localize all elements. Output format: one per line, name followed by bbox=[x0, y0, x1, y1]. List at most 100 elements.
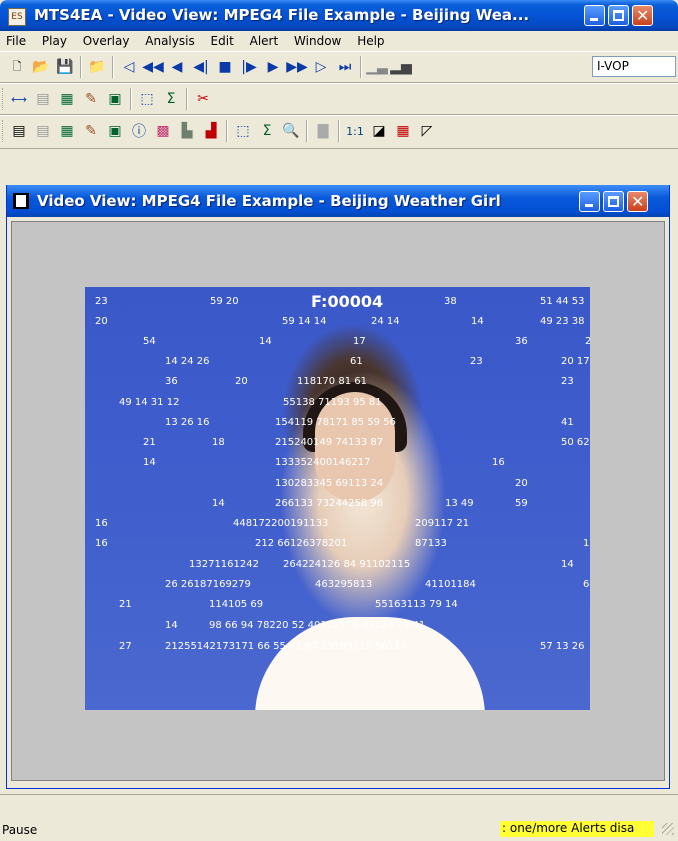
first-frame-icon[interactable]: ◁ bbox=[118, 56, 140, 78]
resize-grip-icon[interactable] bbox=[662, 823, 674, 835]
video-view-title: Video View: MPEG4 File Example - Beijing… bbox=[37, 192, 501, 210]
close-button[interactable]: ✕ bbox=[632, 5, 653, 26]
grid-icon[interactable]: ▤ bbox=[32, 120, 54, 142]
overlay-value: 14 bbox=[165, 620, 178, 631]
toolbar-grip[interactable] bbox=[2, 88, 6, 110]
sigma-icon[interactable]: Σ bbox=[160, 88, 182, 110]
toolbar-separator bbox=[112, 56, 114, 78]
macroblock-icon[interactable]: ▦ bbox=[56, 88, 78, 110]
overlay-value: 114105 69 bbox=[209, 599, 264, 610]
toolbar-separator bbox=[360, 56, 362, 78]
overlay-value: 14 bbox=[259, 336, 272, 347]
overlay-value: 55163113 79 14 bbox=[375, 599, 458, 610]
child-maximize-button[interactable] bbox=[603, 191, 624, 212]
overlay-value: 29 bbox=[585, 336, 590, 347]
overlay-value: 215240149 74133 87 bbox=[275, 437, 384, 448]
grid-icon[interactable]: ▤ bbox=[32, 88, 54, 110]
overlay-value: 27 bbox=[119, 641, 132, 652]
motion-vector-icon[interactable]: ▩ bbox=[152, 120, 174, 142]
video-view-title-bar[interactable]: Video View: MPEG4 File Example - Beijing… bbox=[7, 185, 669, 217]
menu-file[interactable]: File bbox=[0, 31, 32, 49]
select-icon[interactable]: ⬚ bbox=[136, 88, 158, 110]
toolbar-grip[interactable] bbox=[2, 120, 6, 142]
toolbar-separator bbox=[80, 56, 82, 78]
open-icon[interactable]: 📂 bbox=[30, 56, 52, 78]
overlay-value: 23 bbox=[95, 296, 108, 307]
menu-window[interactable]: Window bbox=[288, 31, 347, 49]
overlay-value: 20 bbox=[235, 376, 248, 387]
fit-width-icon[interactable]: ⟷ bbox=[8, 88, 30, 110]
macroblock-icon[interactable]: ▦ bbox=[56, 120, 78, 142]
overlay-value: 51 44 53 bbox=[540, 296, 585, 307]
play-icon[interactable]: ▶ bbox=[262, 56, 284, 78]
fast-forward-icon[interactable]: ▶▶ bbox=[286, 56, 308, 78]
toolbar-separator bbox=[306, 120, 308, 142]
overlay-value: 17 bbox=[353, 336, 366, 347]
last-frame-icon[interactable]: ⏭ bbox=[334, 56, 356, 78]
toolbar-separator bbox=[130, 88, 132, 110]
overlay-value: 59 bbox=[515, 498, 528, 509]
actual-size-icon[interactable]: 1:1 bbox=[344, 120, 366, 142]
new-icon[interactable]: 🗋 bbox=[6, 56, 28, 78]
child-minimize-button[interactable] bbox=[579, 191, 600, 212]
overlay-value: 49 23 38 bbox=[540, 316, 585, 327]
overlay-value: 57 13 26 bbox=[540, 641, 585, 652]
step-back-icon[interactable]: ◀ bbox=[166, 56, 188, 78]
menu-play[interactable]: Play bbox=[36, 31, 73, 49]
child-close-button[interactable]: ✕ bbox=[627, 191, 648, 212]
rewind-icon[interactable]: ◀◀ bbox=[142, 56, 164, 78]
layers-icon[interactable]: ▙ bbox=[176, 120, 198, 142]
next-icon[interactable]: ▷ bbox=[310, 56, 332, 78]
select-icon[interactable]: ⬚ bbox=[232, 120, 254, 142]
menu-bar: File Play Overlay Analysis Edit Alert Wi… bbox=[0, 31, 678, 51]
overlay-value: 264224126 84 91102115 bbox=[283, 559, 411, 570]
video-view-window: Video View: MPEG4 File Example - Beijing… bbox=[6, 185, 670, 789]
info-icon[interactable]: ⓘ bbox=[128, 120, 150, 142]
bar-chart-icon[interactable]: ▟ bbox=[200, 120, 222, 142]
overlay-value: 118170 81 61 bbox=[297, 376, 367, 387]
overlay-value: 41 bbox=[561, 417, 574, 428]
overlay-value: 266133 73244258 96 bbox=[275, 498, 384, 509]
frame-counter: F:00004 bbox=[311, 292, 384, 311]
table-icon[interactable]: ▣ bbox=[104, 120, 126, 142]
open-folder-icon[interactable]: 📁 bbox=[86, 56, 108, 78]
prev-icon[interactable]: ◀| bbox=[190, 56, 212, 78]
maximize-button[interactable] bbox=[608, 5, 629, 26]
status-bar: Pause : one/more Alerts disa bbox=[0, 794, 678, 841]
table-icon[interactable]: ▣ bbox=[104, 88, 126, 110]
vop-type-field[interactable]: I-VOP bbox=[592, 56, 676, 77]
chart-icon[interactable]: ▁▃ bbox=[366, 56, 388, 78]
overlay-value: 14 bbox=[143, 457, 156, 468]
menu-help[interactable]: Help bbox=[351, 31, 390, 49]
video-client-area: F:00004 23 59 20 38 51 44 53 20 59 14 14… bbox=[11, 221, 665, 781]
zoom-icon[interactable]: 🔍 bbox=[280, 120, 302, 142]
overlay-value: 14 bbox=[212, 498, 225, 509]
minimize-button[interactable] bbox=[584, 5, 605, 26]
menu-overlay[interactable]: Overlay bbox=[77, 31, 136, 49]
graph-icon[interactable]: ▂▅ bbox=[390, 56, 412, 78]
corner-icon[interactable]: ◸ bbox=[416, 120, 438, 142]
play-step-icon[interactable]: |▶ bbox=[238, 56, 260, 78]
alert-status-badge[interactable]: : one/more Alerts disa bbox=[500, 821, 654, 837]
toolbar-separator bbox=[186, 88, 188, 110]
video-frame[interactable]: F:00004 23 59 20 38 51 44 53 20 59 14 14… bbox=[85, 287, 590, 710]
film-icon[interactable]: ▤ bbox=[8, 120, 30, 142]
save-icon[interactable]: 💾 bbox=[54, 56, 76, 78]
sigma-icon[interactable]: Σ bbox=[256, 120, 278, 142]
overlay-toggle-icon[interactable]: ◪ bbox=[368, 120, 390, 142]
overlay-value: 36 bbox=[515, 336, 528, 347]
menu-edit[interactable]: Edit bbox=[205, 31, 240, 49]
app-icon[interactable]: ES bbox=[8, 8, 26, 26]
pencil-chart-icon[interactable]: ✎ bbox=[80, 120, 102, 142]
pencil-chart-icon[interactable]: ✎ bbox=[80, 88, 102, 110]
overlay-value: 14 24 26 bbox=[165, 356, 210, 367]
main-title-bar[interactable]: ES MTS4EA - Video View: MPEG4 File Examp… bbox=[0, 0, 678, 31]
menu-analysis[interactable]: Analysis bbox=[139, 31, 200, 49]
film-icon[interactable] bbox=[13, 193, 29, 209]
overlay-value: 21 bbox=[119, 599, 132, 610]
stop-icon[interactable]: ■ bbox=[214, 56, 236, 78]
cut-icon[interactable]: ✂ bbox=[192, 88, 214, 110]
disabled-tool-icon[interactable]: ▇ bbox=[312, 120, 334, 142]
heatmap-icon[interactable]: ▦ bbox=[392, 120, 414, 142]
menu-alert[interactable]: Alert bbox=[244, 31, 285, 49]
